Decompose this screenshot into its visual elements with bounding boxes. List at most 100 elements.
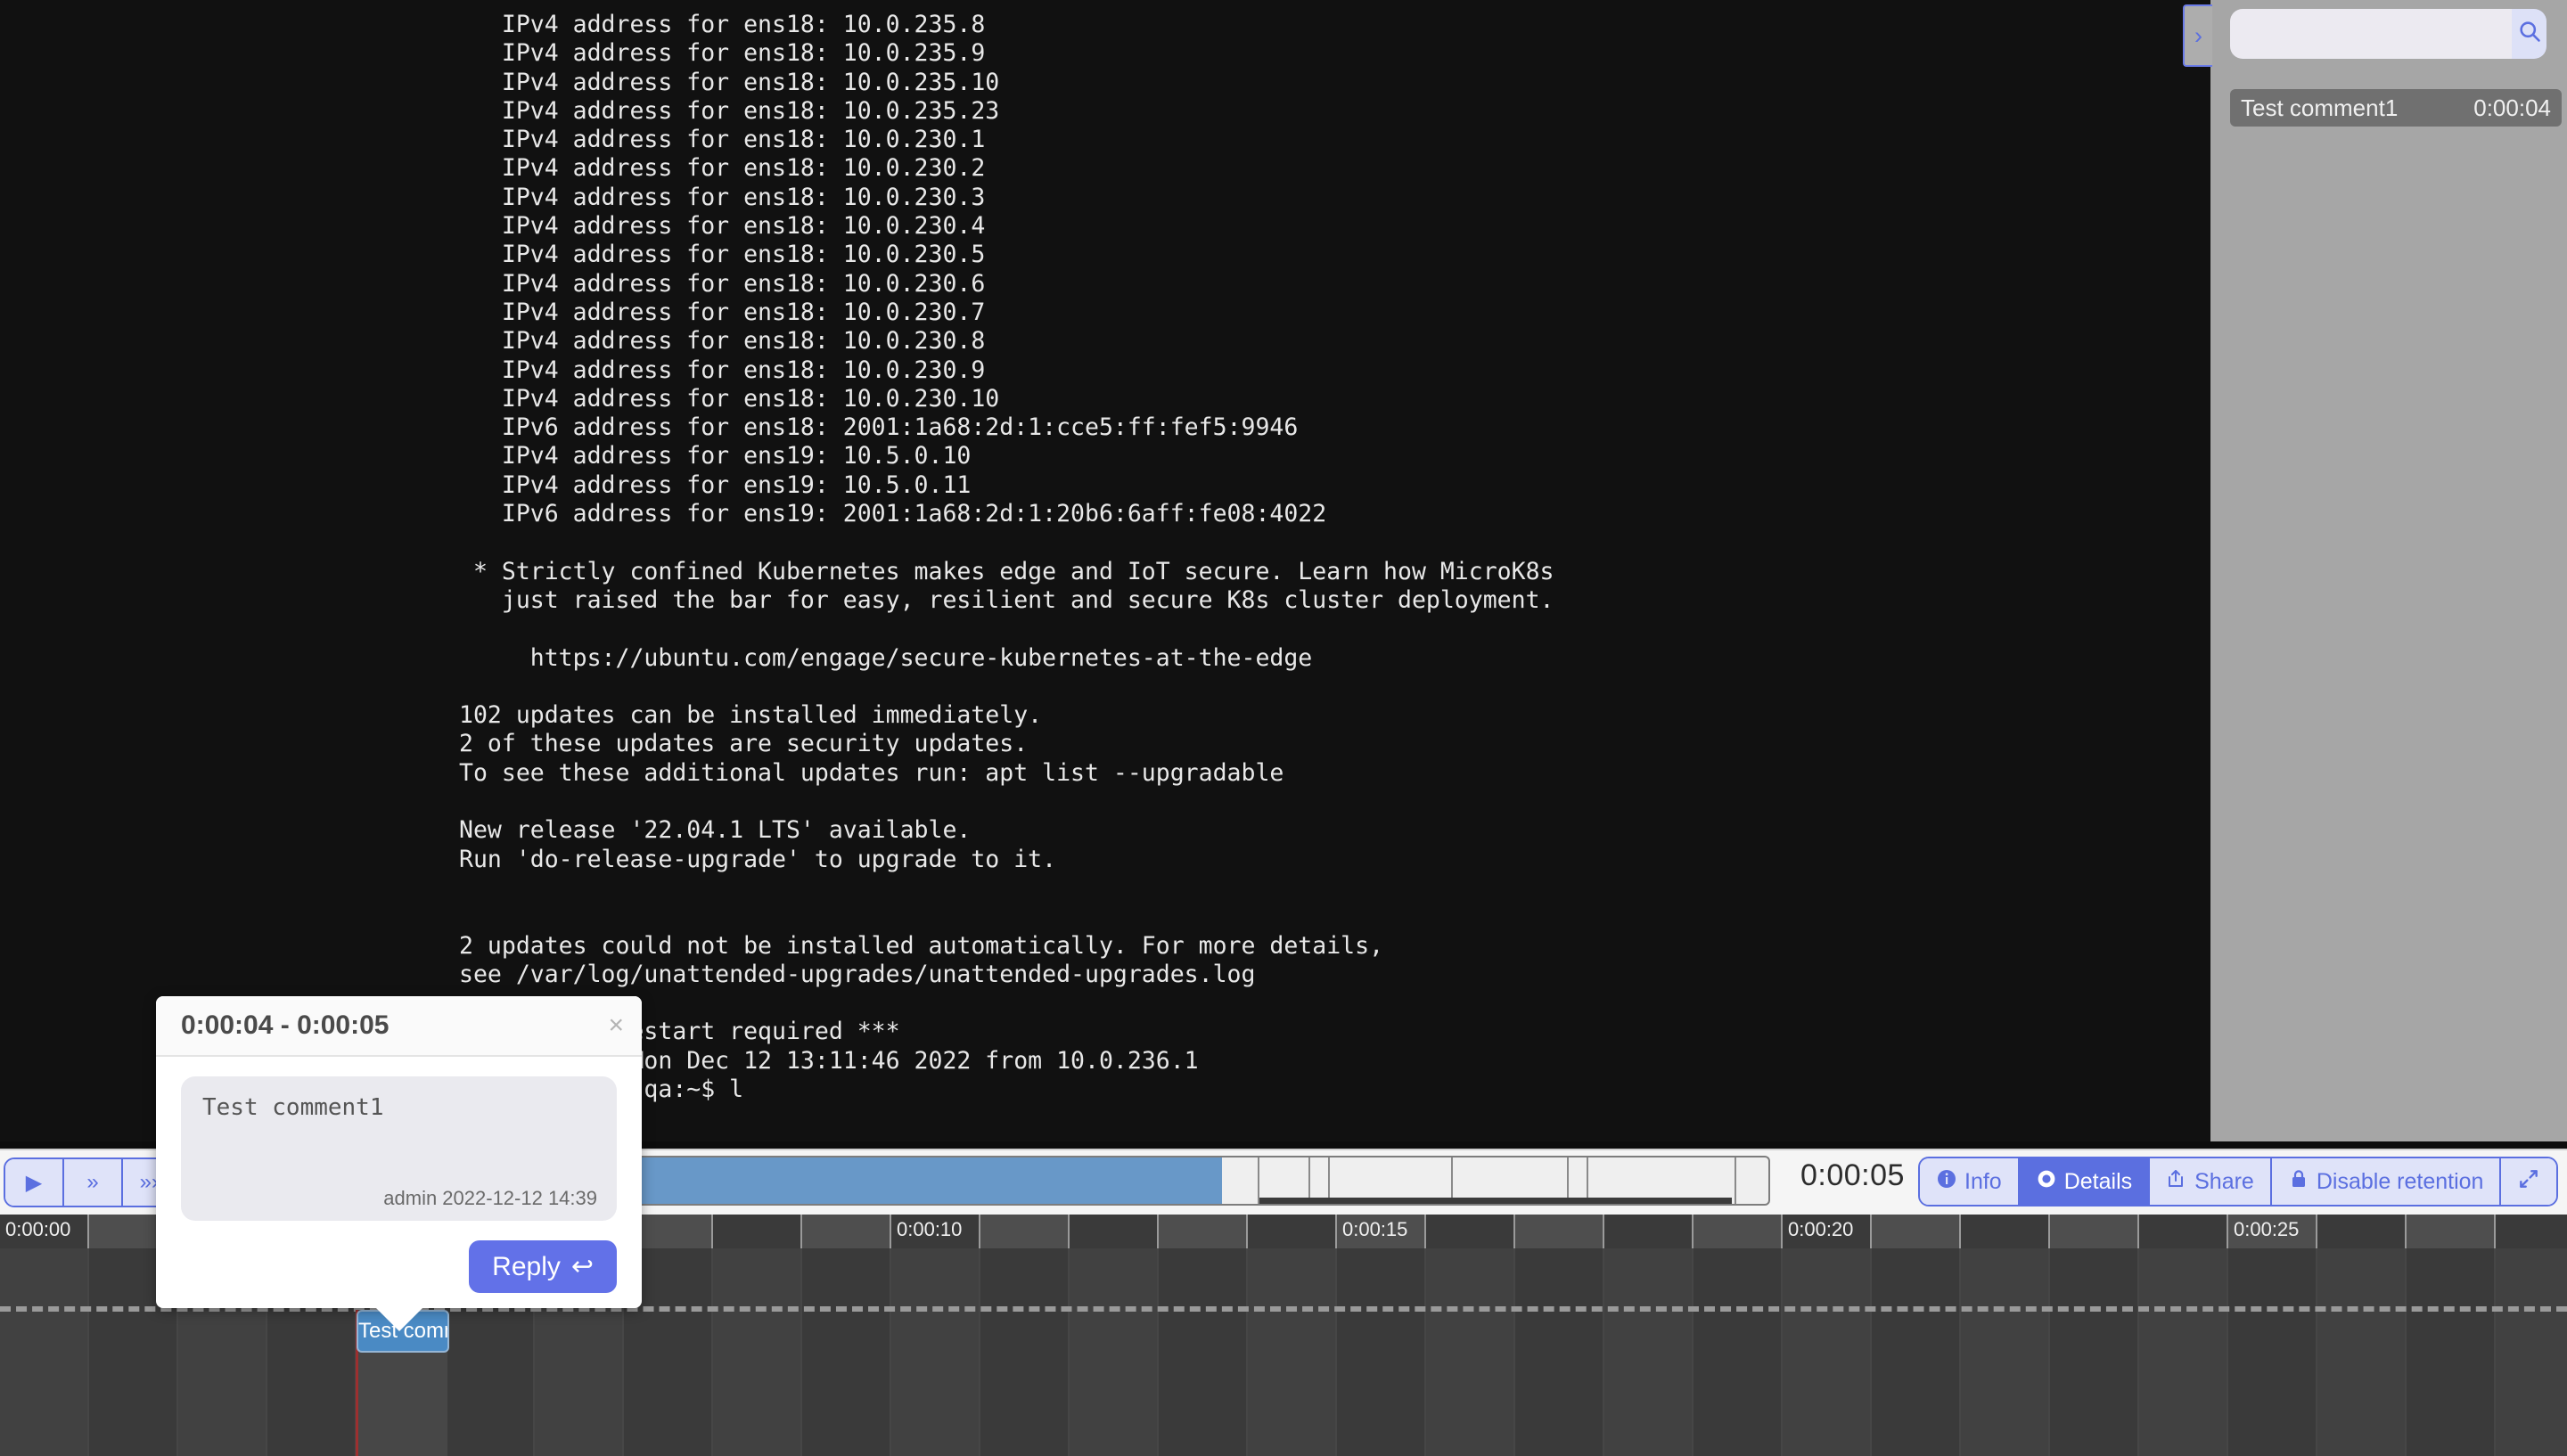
double-chevron-icon: » xyxy=(86,1170,99,1194)
play-button[interactable]: ▶ xyxy=(5,1159,64,1206)
ruler-cell xyxy=(802,1215,891,1248)
sidebar-comment-item[interactable]: Test comment1 0:00:04 xyxy=(2230,89,2562,127)
track-column xyxy=(2407,1248,2496,1456)
track-column xyxy=(713,1248,802,1456)
track-column xyxy=(2496,1248,2567,1456)
ruler-label: 0:00:15 xyxy=(1342,1218,1408,1240)
track-column xyxy=(1248,1248,1337,1456)
terminal-line: IPv4 address for ens18: 10.0.235.10 xyxy=(459,68,1000,96)
track-column xyxy=(1604,1248,1694,1456)
details-button[interactable]: Details xyxy=(2019,1158,2151,1205)
reply-arrow-icon: ↩ xyxy=(570,1252,594,1281)
track-column xyxy=(1159,1248,1248,1456)
search-button[interactable] xyxy=(2512,9,2546,59)
track-column xyxy=(1070,1248,1159,1456)
terminal-line: IPv4 address for ens19: 10.5.0.10 xyxy=(459,442,972,470)
comment-popup-header: 0:00:04 - 0:00:05 × xyxy=(156,996,642,1057)
terminal-line: IPv4 address for ens18: 10.0.230.7 xyxy=(459,298,986,326)
terminal-line: IPv6 address for ens19: 2001:1a68:2d:1:2… xyxy=(459,500,1327,528)
reply-button[interactable]: Reply ↩ xyxy=(469,1240,617,1293)
info-label: Info xyxy=(1964,1168,2002,1194)
track-column xyxy=(1515,1248,1604,1456)
terminal-line: IPv4 address for ens18: 10.0.235.8 xyxy=(459,11,986,38)
terminal-line: New release '22.04.1 LTS' available. xyxy=(459,816,972,845)
sidebar-comment-text: Test comment1 xyxy=(2241,94,2399,121)
search-bar xyxy=(2230,9,2546,59)
track-column xyxy=(891,1248,980,1456)
session-replay-app: IPv4 address for ens18: 10.0.235.8 IPv4 … xyxy=(0,0,2567,1456)
fullscreen-button[interactable] xyxy=(2501,1158,2557,1205)
ruler-label: 0:00:00 xyxy=(5,1218,71,1240)
ruler-label: 0:00:20 xyxy=(1788,1218,1854,1240)
eye-icon xyxy=(2036,1168,2057,1196)
terminal-line: IPv4 address for ens18: 10.0.230.9 xyxy=(459,356,986,384)
close-icon[interactable]: × xyxy=(608,1012,624,1039)
ruler-cell xyxy=(1694,1215,1783,1248)
ruler-cell xyxy=(713,1215,802,1248)
disable-retention-label: Disable retention xyxy=(2316,1168,2484,1194)
terminal-line: just raised the bar for easy, resilient … xyxy=(459,585,1554,614)
terminal-line: Run 'do-release-upgrade' to upgrade to i… xyxy=(459,845,1057,873)
terminal-line: 102 updates can be installed immediately… xyxy=(459,701,1043,730)
terminal-line: IPv4 address for ens19: 10.5.0.11 xyxy=(459,470,972,499)
sidebar-collapse-toggle[interactable]: › xyxy=(2183,4,2212,67)
share-label: Share xyxy=(2194,1168,2254,1194)
search-input[interactable] xyxy=(2230,9,2512,59)
terminal-line: IPv4 address for ens18: 10.0.230.3 xyxy=(459,183,986,211)
ruler-cell xyxy=(2317,1215,2407,1248)
terminal-line: IPv4 address for ens18: 10.0.230.2 xyxy=(459,154,986,183)
terminal-line: IPv4 address for ens18: 10.0.230.5 xyxy=(459,241,986,269)
comments-sidebar: Test comment1 0:00:04 xyxy=(2210,0,2567,1141)
terminal-output: IPv4 address for ens18: 10.0.235.8 IPv4 … xyxy=(0,0,2210,1141)
comment-author-timestamp: admin 2022-12-12 14:39 xyxy=(383,1187,597,1209)
ruler-cell xyxy=(1515,1215,1604,1248)
current-time-readout: 0:00:05 xyxy=(1800,1158,1905,1192)
terminal-line: * Strictly confined Kubernetes makes edg… xyxy=(459,557,1554,585)
ruler-cell xyxy=(2050,1215,2139,1248)
disable-retention-button[interactable]: Disable retention xyxy=(2271,1158,2502,1205)
terminal-line: IPv4 address for ens18: 10.0.230.1 xyxy=(459,126,986,154)
track-column xyxy=(2139,1248,2228,1456)
ruler-cell xyxy=(1159,1215,1248,1248)
terminal-line: IPv4 address for ens18: 10.0.230.10 xyxy=(459,384,1000,413)
terminal-line: see /var/log/unattended-upgrades/unatten… xyxy=(459,960,1256,988)
terminal-line: IPv4 address for ens18: 10.0.230.4 xyxy=(459,212,986,241)
share-button[interactable]: Share xyxy=(2150,1158,2272,1205)
terminal-line: IPv6 address for ens18: 2001:1a68:2d:1:c… xyxy=(459,413,1299,442)
ruler-cell xyxy=(2496,1215,2567,1248)
search-icon xyxy=(2517,19,2542,50)
lock-icon xyxy=(2288,1168,2309,1196)
ruler-cell xyxy=(2139,1215,2228,1248)
terminal-line: https://ubuntu.com/engage/secure-kuberne… xyxy=(459,643,1313,672)
ruler-cell xyxy=(1070,1215,1159,1248)
info-button[interactable]: Info xyxy=(1920,1158,2020,1205)
comment-popup-title: 0:00:04 - 0:00:05 xyxy=(181,1010,390,1040)
track-column xyxy=(802,1248,891,1456)
track-column xyxy=(1426,1248,1515,1456)
chevron-right-icon: › xyxy=(2194,22,2202,49)
track-column xyxy=(1872,1248,1961,1456)
track-column xyxy=(1337,1248,1426,1456)
track-column xyxy=(1783,1248,1872,1456)
terminal-line: 2 of these updates are security updates. xyxy=(459,730,1029,758)
terminal-line: IPv4 address for ens18: 10.0.235.23 xyxy=(459,96,1000,125)
seek-tick xyxy=(1735,1157,1736,1204)
fast-forward-button[interactable]: » xyxy=(64,1159,123,1206)
details-label: Details xyxy=(2063,1168,2133,1194)
info-icon xyxy=(1936,1168,1957,1196)
ruler-label: 0:00:10 xyxy=(897,1218,963,1240)
track-column xyxy=(2317,1248,2407,1456)
comment-entry: Test comment1 admin 2022-12-12 14:39 xyxy=(181,1076,617,1221)
terminal-line: IPv4 address for ens18: 10.0.230.8 xyxy=(459,327,986,356)
terminal-line: 2 updates could not be installed automat… xyxy=(459,931,1384,960)
terminal-lines: IPv4 address for ens18: 10.0.235.8 IPv4 … xyxy=(459,11,1554,1104)
track-column xyxy=(2050,1248,2139,1456)
share-icon xyxy=(2166,1168,2187,1196)
terminal-line: IPv4 address for ens18: 10.0.230.6 xyxy=(459,269,986,298)
